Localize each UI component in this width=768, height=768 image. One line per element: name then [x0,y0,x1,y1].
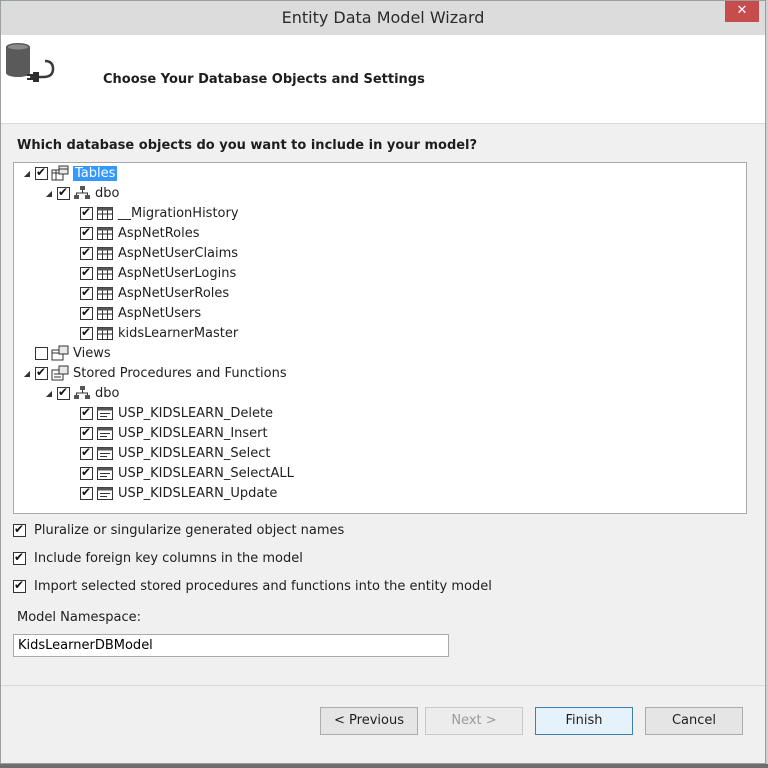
table-icon [97,327,113,340]
tree-item-table[interactable]: __MigrationHistory [80,203,239,223]
schema-icon [74,186,90,199]
objects-question: Which database objects do you want to in… [17,138,478,153]
procedure-label: USP_KIDSLEARN_Select [118,445,271,461]
wizard-window: Entity Data Model Wizard ✕ Choose Your D… [0,0,766,764]
procedure-label: USP_KIDSLEARN_SelectALL [118,465,294,481]
database-objects-tree[interactable]: ◢ Tables ◢ dbo [13,162,747,514]
previous-button[interactable]: < Previous [320,707,418,735]
tree-item-table[interactable]: AspNetUsers [80,303,201,323]
tree-item-table[interactable]: AspNetUserClaims [80,243,238,263]
views-label: Views [73,345,111,361]
table-label: AspNetRoles [118,225,200,241]
tables-label: Tables [73,165,118,181]
tree-item-procedure[interactable]: USP_KIDSLEARN_Update [80,483,277,503]
stored-procedure-icon [97,467,113,480]
table-icon [97,227,113,240]
tables-checkbox[interactable] [35,165,48,180]
tables-dbo-checkbox[interactable] [57,185,70,200]
foreign-keys-checkbox[interactable] [13,550,26,565]
tree-node-procs[interactable]: ◢ Stored Procedures and Functions [22,363,287,383]
tree-item-procedure[interactable]: USP_KIDSLEARN_Insert [80,423,268,443]
table-checkbox[interactable] [80,265,93,280]
table-checkbox[interactable] [80,305,93,320]
table-label: AspNetUserLogins [118,265,237,281]
procedure-checkbox[interactable] [80,445,93,460]
close-button[interactable]: ✕ [725,1,759,22]
option-import-procs[interactable]: Import selected stored procedures and fu… [13,578,492,594]
table-icon [97,267,113,280]
table-label: AspNetUserRoles [118,285,230,301]
table-checkbox[interactable] [80,245,93,260]
collapse-arrow-icon[interactable]: ◢ [44,189,54,198]
tree-node-procs-dbo[interactable]: ◢ dbo [44,383,120,403]
procedure-checkbox[interactable] [80,465,93,480]
footer-divider [1,685,765,686]
import-procs-label: Import selected stored procedures and fu… [34,579,492,594]
table-icon [97,247,113,260]
procedure-checkbox[interactable] [80,425,93,440]
tree-node-views[interactable]: Views [35,343,111,363]
stored-procedure-icon [97,407,113,420]
pluralize-checkbox[interactable] [13,522,26,537]
tree-item-table[interactable]: AspNetUserLogins [80,263,236,283]
procs-dbo-checkbox[interactable] [57,385,70,400]
procedure-label: USP_KIDSLEARN_Insert [118,425,268,441]
tree-node-tables-dbo[interactable]: ◢ dbo [44,183,120,203]
tree-item-table[interactable]: AspNetRoles [80,223,200,243]
title-bar: Entity Data Model Wizard ✕ [1,1,765,35]
tree-item-table[interactable]: AspNetUserRoles [80,283,229,303]
procedure-checkbox[interactable] [80,485,93,500]
window-title: Entity Data Model Wizard [281,8,485,27]
procs-folder-icon [51,365,69,381]
option-foreign-keys[interactable]: Include foreign key columns in the model [13,550,303,566]
tree-item-procedure[interactable]: USP_KIDSLEARN_Select [80,443,270,463]
procs-label: Stored Procedures and Functions [73,365,287,381]
collapse-arrow-icon[interactable]: ◢ [44,389,54,398]
foreign-keys-label: Include foreign key columns in the model [34,551,303,566]
stored-procedure-icon [97,487,113,500]
table-icon [97,287,113,300]
table-icon [97,207,113,220]
import-procs-checkbox[interactable] [13,578,26,593]
table-label: __MigrationHistory [118,205,239,221]
tree-item-table[interactable]: kidsLearnerMaster [80,323,238,343]
table-label: AspNetUsers [118,305,202,321]
database-connection-icon [3,39,59,95]
next-button[interactable]: Next > [425,707,523,735]
pluralize-label: Pluralize or singularize generated objec… [34,523,345,538]
finish-button[interactable]: Finish [535,707,633,735]
table-label: AspNetUserClaims [118,245,239,261]
table-icon [97,307,113,320]
wizard-header: Choose Your Database Objects and Setting… [1,35,765,124]
cancel-button[interactable]: Cancel [645,707,743,735]
namespace-label: Model Namespace: [17,610,142,625]
step-title: Choose Your Database Objects and Setting… [103,72,425,87]
stored-procedure-icon [97,447,113,460]
collapse-arrow-icon[interactable]: ◢ [22,369,32,378]
collapse-arrow-icon[interactable]: ◢ [22,169,32,178]
window-bottom-edge [0,764,768,768]
views-folder-icon [51,345,69,361]
option-pluralize[interactable]: Pluralize or singularize generated objec… [13,522,345,538]
views-checkbox[interactable] [35,346,48,360]
procs-checkbox[interactable] [35,365,48,380]
procedure-label: USP_KIDSLEARN_Update [118,485,278,501]
procedure-checkbox[interactable] [80,405,93,420]
table-checkbox[interactable] [80,285,93,300]
schema-icon [74,386,90,399]
namespace-input[interactable] [13,634,449,657]
tables-dbo-label: dbo [95,185,120,201]
procedure-label: USP_KIDSLEARN_Delete [118,405,274,421]
table-checkbox[interactable] [80,205,93,220]
tables-folder-icon [51,165,69,181]
tree-node-tables[interactable]: ◢ Tables [22,163,118,183]
table-checkbox[interactable] [80,225,93,240]
procs-dbo-label: dbo [95,385,120,401]
stored-procedure-icon [97,427,113,440]
table-label: kidsLearnerMaster [118,325,239,341]
tree-item-procedure[interactable]: USP_KIDSLEARN_Delete [80,403,273,423]
tree-item-procedure[interactable]: USP_KIDSLEARN_SelectALL [80,463,294,483]
table-checkbox[interactable] [80,325,93,340]
